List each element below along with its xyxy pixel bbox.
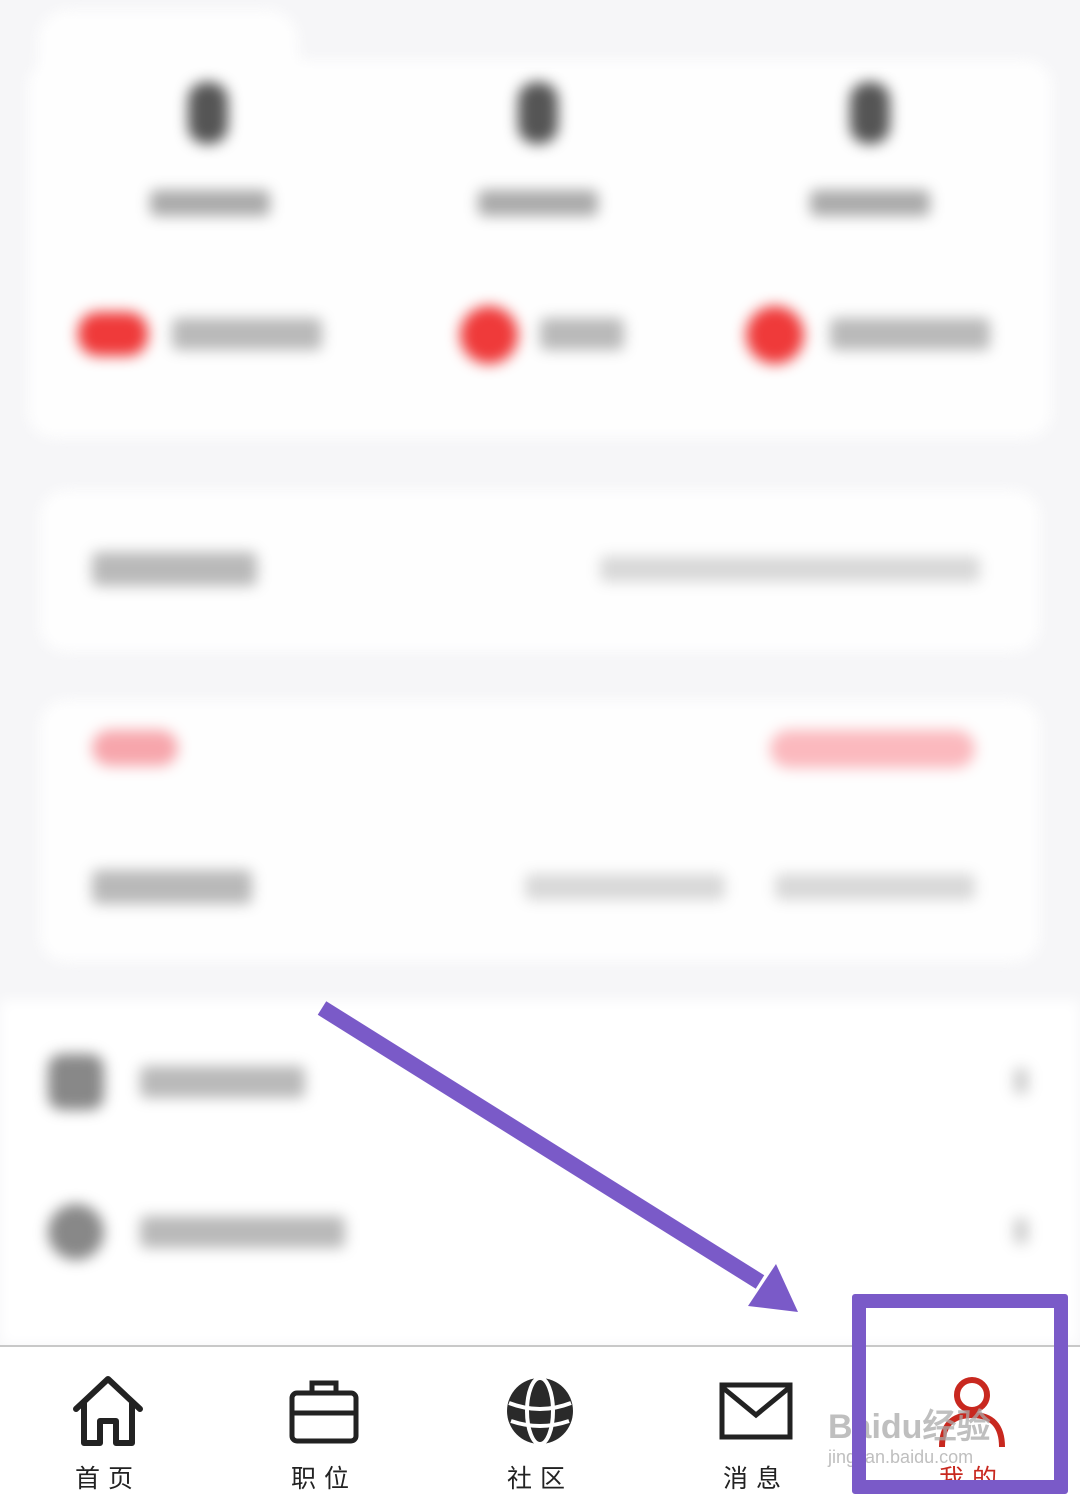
annotation-highlight-box (852, 1294, 1068, 1494)
annotation-arrow (317, 1001, 798, 1312)
